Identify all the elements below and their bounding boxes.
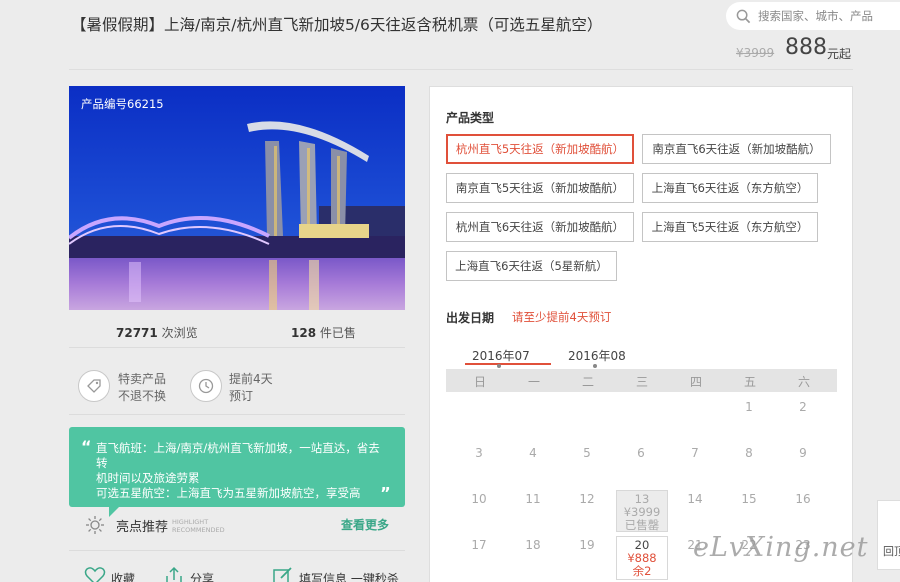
month-dot [497, 364, 501, 368]
highlight-line-2: 机时间以及旅途劳累 [96, 471, 200, 485]
month-dot [593, 364, 597, 368]
weekday-label: 四 [689, 375, 702, 389]
calendar-day: 4 [529, 446, 537, 460]
calendar-day: 14 [687, 492, 703, 506]
sun-icon [86, 516, 104, 534]
divider [69, 550, 405, 551]
tag-icon [78, 370, 110, 402]
booking-note: 请至少提前4天预订 [512, 310, 612, 324]
close-quote-icon: „ [380, 475, 391, 494]
booking-panel: 产品类型 杭州直飞5天往返（新加坡酷航） 南京直飞6天往返（新加坡酷航） 南京直… [429, 86, 853, 582]
price-unit: 元起 [827, 47, 852, 61]
calendar-day: 10 [471, 492, 487, 506]
calendar-day: 15 [741, 492, 757, 506]
highlights-title-en: HIGHLIGHT RECOMMENDED [172, 518, 225, 534]
view-more-link[interactable]: 查看更多 [341, 516, 389, 533]
product-photo[interactable]: 产品编号66215 [69, 86, 405, 310]
original-price: ¥3999 [736, 46, 775, 60]
calendar-day: 12 [579, 492, 595, 506]
marina-bay-sands-image [69, 86, 405, 310]
calendar-day: 18 [525, 538, 541, 552]
back-to-top-label: 回顶 [883, 545, 900, 558]
calendar-day: 17 [471, 538, 487, 552]
calendar-day: 11 [525, 492, 541, 506]
sold-number: 128 [291, 326, 317, 340]
highlight-line-1: 直飞航班：上海/南京/杭州直飞新加坡，一站直达，省去转 [96, 441, 380, 470]
month-tab-august[interactable]: 2016年08 [568, 347, 626, 364]
product-number: 产品编号66215 [81, 97, 164, 111]
open-quote-icon: “ [81, 437, 92, 456]
weekday-label: 六 [797, 375, 810, 389]
share-icon[interactable] [163, 566, 185, 582]
weekday-label: 日 [473, 375, 486, 389]
current-price: 888 [785, 35, 827, 60]
page-title: 【暑假假期】上海/南京/杭州直飞新加坡5/6天往返含税机票（可选五星航空） [71, 16, 603, 34]
divider [69, 414, 405, 415]
calendar-day: 3 [475, 446, 483, 460]
book-button[interactable]: 填写信息 一键秒杀 [299, 570, 399, 582]
sold-count: 128 件已售 [291, 324, 356, 341]
weekday-label: 二 [581, 375, 594, 389]
product-type-heading: 产品类型 [446, 111, 495, 125]
calendar-day: 16 [795, 492, 811, 506]
calendar-cell-sold-out: 13 ¥3999 已售罄 [616, 490, 668, 532]
product-type-option[interactable]: 杭州直飞5天往返（新加坡酷航） [446, 134, 634, 164]
product-type-option[interactable]: 杭州直飞6天往返（新加坡酷航） [446, 212, 634, 242]
weekday-label: 三 [635, 375, 648, 389]
product-type-option[interactable]: 上海直飞6天往返（东方航空） [642, 173, 818, 203]
header-divider [69, 69, 853, 70]
weekday-label: 一 [527, 375, 540, 389]
divider [69, 347, 405, 348]
highlight-line-3: 可选五星航空：上海直飞为五星新加坡航空，享受高 [96, 486, 361, 500]
calendar-day: 8 [745, 446, 753, 460]
departure-date-heading: 出发日期 [446, 311, 495, 325]
weekday-header: 日 一 二 三 四 五 六 [446, 369, 837, 392]
product-type-option[interactable]: 南京直飞6天往返（新加坡酷航） [642, 134, 831, 164]
edit-icon[interactable] [272, 566, 294, 582]
active-month-indicator [465, 363, 551, 365]
product-type-option[interactable]: 上海直飞5天往返（东方航空） [642, 212, 818, 242]
clock-icon [190, 370, 222, 402]
views-count: 72771 次浏览 [116, 324, 198, 341]
views-number: 72771 [116, 326, 158, 340]
search-input[interactable] [758, 6, 898, 26]
views-label: 次浏览 [161, 326, 198, 340]
feature-advance-booking: 提前4天 预订 [229, 372, 273, 403]
feature-special-sale: 特卖产品 不退不换 [118, 372, 167, 403]
calendar-day: 19 [579, 538, 595, 552]
share-button[interactable]: 分享 [190, 570, 214, 582]
calendar-day: 7 [691, 446, 699, 460]
calendar-cell-available[interactable]: 20 ¥888 余2 [616, 536, 668, 580]
highlight-summary: “ 直飞航班：上海/南京/杭州直飞新加坡，一站直达，省去转 机时间以及旅途劳累 … [69, 427, 405, 507]
highlights-title: 亮点推荐 [116, 520, 169, 535]
calendar-day: 9 [799, 446, 807, 460]
calendar-day: 2 [799, 400, 807, 414]
watermark: eLvXing.net [693, 532, 869, 563]
calendar-day: 5 [583, 446, 591, 460]
search-icon[interactable] [736, 9, 751, 24]
favorite-button[interactable]: 收藏 [111, 570, 135, 582]
calendar-day: 1 [745, 400, 753, 414]
search-box[interactable] [726, 2, 900, 30]
product-type-option[interactable]: 上海直飞6天往返（5星新航） [446, 251, 617, 281]
month-tab-july[interactable]: 2016年07 [472, 347, 530, 364]
calendar-day: 6 [637, 446, 645, 460]
weekday-label: 五 [743, 375, 756, 389]
back-to-top-button[interactable]: 回顶 [877, 500, 900, 570]
product-type-option[interactable]: 南京直飞5天往返（新加坡酷航） [446, 173, 634, 203]
sold-label: 件已售 [319, 326, 356, 340]
heart-icon[interactable] [84, 566, 106, 582]
